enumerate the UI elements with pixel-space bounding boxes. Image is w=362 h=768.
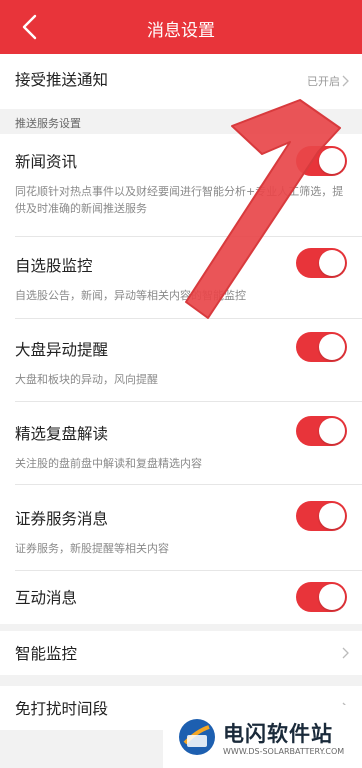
accept-push-status: 已开启 — [307, 75, 340, 88]
toggle-knob — [319, 250, 345, 276]
smart-monitor-label: 智能监控 — [15, 645, 78, 663]
toggle-news[interactable] — [296, 146, 347, 176]
smart-monitor-row[interactable]: 智能监控 — [0, 631, 362, 675]
chevron-right-icon — [342, 75, 349, 87]
setting-label: 精选复盘解读 — [15, 425, 109, 443]
toggle-knob — [319, 334, 345, 360]
setting-row-securities: 证券服务消息 证券服务，新股提醒等相关内容 — [0, 485, 362, 571]
section-title: 推送服务设置 — [15, 117, 81, 130]
setting-label: 证券服务消息 — [15, 510, 109, 528]
setting-desc: 同花顺针对热点事件以及财经要闻进行智能分析+专业人工筛选，提供及时准确的新闻推送… — [15, 185, 344, 215]
toggle-watchlist[interactable] — [296, 248, 347, 278]
watermark: 电闪软件站 WWW.DS-SOLARBATTERY.COM — [163, 705, 362, 768]
toggle-securities[interactable] — [296, 501, 347, 531]
setting-desc: 自选股公告，新闻，异动等相关内容的智能监控 — [15, 289, 246, 302]
toggle-interaction[interactable] — [296, 582, 347, 612]
toggle-knob — [319, 584, 345, 610]
page-title: 消息设置 — [147, 21, 215, 41]
toggle-review[interactable] — [296, 416, 347, 446]
dnd-label: 免打扰时间段 — [15, 700, 109, 718]
accept-push-label: 接受推送通知 — [15, 71, 109, 89]
setting-row-market-alert: 大盘异动提醒 大盘和板块的异动，风向提醒 — [0, 319, 362, 402]
setting-label: 互动消息 — [15, 589, 78, 607]
section-header: 推送服务设置 — [0, 109, 362, 134]
toggle-knob — [319, 148, 345, 174]
setting-desc: 关注股的盘前盘中解读和复盘精选内容 — [15, 457, 202, 470]
watermark-title: 电闪软件站 — [223, 722, 333, 746]
watermark-subtitle: WWW.DS-SOLARBATTERY.COM — [223, 747, 345, 756]
setting-desc: 大盘和板块的异动，风向提醒 — [15, 373, 158, 386]
accept-push-row[interactable]: 接受推送通知 已开启 — [0, 54, 362, 109]
setting-row-review: 精选复盘解读 关注股的盘前盘中解读和复盘精选内容 — [0, 402, 362, 485]
setting-label: 大盘异动提醒 — [15, 341, 109, 359]
setting-desc: 证券服务，新股提醒等相关内容 — [15, 542, 169, 555]
setting-row-watchlist: 自选股监控 自选股公告，新闻，异动等相关内容的智能监控 — [0, 237, 362, 319]
logo-icon — [179, 719, 215, 755]
setting-row-news: 新闻资讯 同花顺针对热点事件以及财经要闻进行智能分析+专业人工筛选，提供及时准确… — [0, 134, 362, 237]
setting-label: 自选股监控 — [15, 257, 93, 275]
nav-header: 消息设置 — [0, 0, 362, 54]
toggle-market-alert[interactable] — [296, 332, 347, 362]
toggle-knob — [319, 418, 345, 444]
chevron-right-icon — [342, 647, 349, 659]
toggle-knob — [319, 503, 345, 529]
setting-row-interaction: 互动消息 — [0, 571, 362, 624]
setting-label: 新闻资讯 — [15, 153, 78, 171]
